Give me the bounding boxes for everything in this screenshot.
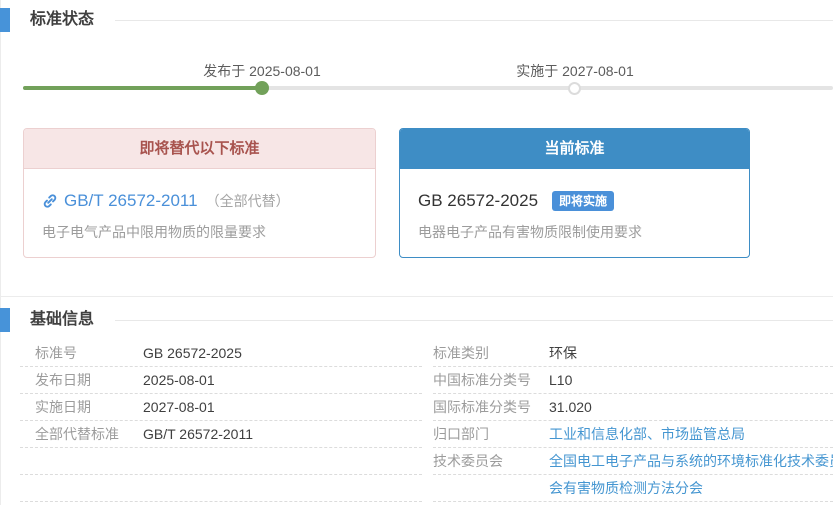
table-row: 实施日期 2027-08-01 [20,394,422,421]
row-label: 实施日期 [20,394,143,420]
section-info-accent-bar [0,308,10,332]
table-row: 标准号 GB 26572-2025 [20,340,422,367]
status-badge: 即将实施 [552,191,614,211]
current-card-header: 当前标准 [400,129,749,169]
replaced-standard-card: 即将替代以下标准 GB/T 26572-2011 （全部代替） 电子电气产品中限… [23,128,376,258]
row-label: 技术委员会 [433,448,549,474]
row-value: L10 [549,367,572,393]
table-row [20,475,422,502]
timeline-segment-done [23,86,262,90]
current-standard-card: 当前标准 GB 26572-2025 即将实施 电器电子产品有害物质限制使用要求 [399,128,750,258]
table-row: 中国标准分类号 L10 [433,367,833,394]
row-value: GB 26572-2025 [143,340,242,366]
replaced-standard-description: 电子电气产品中限用物质的限量要求 [42,222,357,242]
committee-link-continued[interactable]: 会有害物质检测方法分会 [549,475,703,501]
row-label: 发布日期 [20,367,143,393]
table-row: 标准类别 环保 [433,340,833,367]
row-value: 2027-08-01 [143,394,215,420]
timeline-dot-published [255,81,269,95]
table-row: 国际标准分类号 31.020 [433,394,833,421]
replaced-standard-link[interactable]: GB/T 26572-2011 [64,191,198,211]
page-left-border [0,0,1,505]
timeline-segment-pending [262,86,833,90]
replaced-card-header: 即将替代以下标准 [24,129,375,169]
info-table-right-column: 标准类别 环保 中国标准分类号 L10 国际标准分类号 31.020 归口部门 … [433,340,833,502]
section-status-accent-bar [0,8,10,32]
link-icon [42,193,58,209]
committee-link[interactable]: 全国电工电子产品与系统的环境标准化技术委员 [549,448,833,474]
row-label: 标准类别 [433,340,549,366]
row-value: 31.020 [549,394,592,420]
table-row [20,448,422,475]
table-row: 技术委员会 全国电工电子产品与系统的环境标准化技术委员 [433,448,833,475]
current-standard-number: GB 26572-2025 [418,191,538,211]
table-row: 全部代替标准 GB/T 26572-2011 [20,421,422,448]
row-label [433,475,549,501]
row-label: 国际标准分类号 [433,394,549,420]
info-table-left-column: 标准号 GB 26572-2025 发布日期 2025-08-01 实施日期 2… [20,340,422,502]
section-status-title: 标准状态 [30,8,94,32]
table-row: 归口部门 工业和信息化部、市场监管总局 [433,421,833,448]
row-label: 标准号 [20,340,143,366]
section-info-rule [115,320,833,321]
row-label: 归口部门 [433,421,549,447]
timeline-published-label: 发布于 2025-08-01 [203,61,321,81]
timeline-dot-implemented [568,82,581,95]
row-value: 2025-08-01 [143,367,215,393]
row-value: 环保 [549,340,577,366]
timeline-implemented-label: 实施于 2027-08-01 [516,61,634,81]
table-row: 发布日期 2025-08-01 [20,367,422,394]
current-standard-description: 电器电子产品有害物质限制使用要求 [418,222,731,242]
section-info-title: 基础信息 [30,308,94,332]
section-divider [0,296,833,297]
row-value: GB/T 26572-2011 [143,421,253,447]
department-link[interactable]: 工业和信息化部、市场监管总局 [549,421,745,447]
table-row: 会有害物质检测方法分会 [433,475,833,502]
row-label: 中国标准分类号 [433,367,549,393]
section-status-rule [115,20,833,21]
row-label [20,448,143,474]
row-label: 全部代替标准 [20,421,143,447]
replace-scope-note: （全部代替） [206,191,290,211]
row-label [20,475,143,501]
